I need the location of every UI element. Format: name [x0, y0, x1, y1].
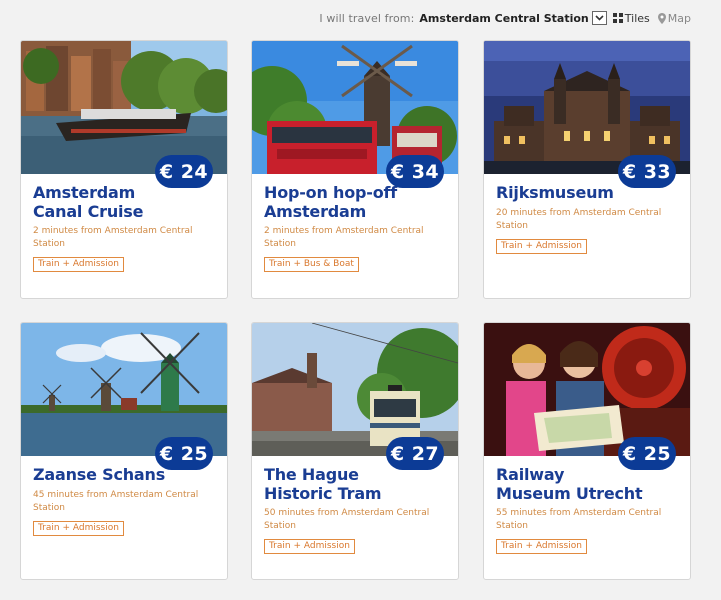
station-select-value[interactable]: Amsterdam Central Station: [419, 12, 588, 25]
package-tag: Train + Admission: [33, 520, 124, 536]
attraction-title[interactable]: Railway Museum Utrecht: [496, 465, 678, 503]
distance-text: 20 minutes from Amsterdam Central Statio…: [496, 207, 662, 231]
title-line-2: Museum Utrecht: [496, 483, 643, 503]
attraction-card-canal-cruise[interactable]: € 24 Amsterdam Canal Cruise 2 minutes fr…: [20, 40, 228, 299]
distance-text: 50 minutes from Amsterdam Central Statio…: [264, 508, 430, 531]
map-label: Map: [667, 11, 691, 25]
tiles-view-toggle[interactable]: Tiles: [612, 11, 650, 25]
tiles-label: Tiles: [624, 11, 650, 25]
distance-text: 55 minutes from Amsterdam Central Statio…: [496, 508, 662, 531]
attraction-card-rijksmuseum[interactable]: € 33 Rijksmuseum 20 minutes from Amsterd…: [483, 40, 691, 299]
distance-text: 2 minutes from Amsterdam Central Station: [264, 226, 424, 249]
attraction-title[interactable]: The Hague Historic Tram: [264, 465, 446, 503]
station-dropdown-button[interactable]: [591, 11, 607, 25]
attraction-card-railway-museum[interactable]: € 25 Railway Museum Utrecht 55 minutes f…: [483, 322, 691, 580]
attraction-card-zaanse-schans[interactable]: € 25 Zaanse Schans 45 minutes from Amste…: [20, 322, 228, 580]
package-tag: Train + Admission: [33, 257, 124, 272]
attraction-title[interactable]: Hop-on hop-off Amsterdam: [264, 183, 446, 221]
distance-text: 2 minutes from Amsterdam Central Station: [33, 226, 193, 249]
distance-text: 45 minutes from Amsterdam Central Statio…: [33, 489, 199, 513]
price-badge: € 33: [618, 155, 676, 188]
price-badge: € 24: [155, 155, 213, 188]
travel-from-label: I will travel from:: [319, 11, 415, 25]
package-tag: Train + Admission: [264, 539, 355, 554]
price-badge: € 27: [386, 437, 444, 470]
map-pin-icon: [657, 12, 666, 24]
attraction-card-hop-on-hop-off[interactable]: € 34 Hop-on hop-off Amsterdam 2 minutes …: [251, 40, 459, 299]
title-line-2: Canal Cruise: [33, 201, 144, 221]
title-line-2: Historic Tram: [264, 483, 382, 503]
title-line-2: Amsterdam: [264, 201, 367, 221]
attraction-card-hague-tram[interactable]: € 27 The Hague Historic Tram 50 minutes …: [251, 322, 459, 580]
chevron-down-icon: [595, 15, 604, 21]
package-tag: Train + Admission: [496, 238, 587, 254]
travel-origin-bar: I will travel from: Amsterdam Central St…: [0, 8, 691, 28]
package-tag: Train + Admission: [496, 539, 587, 554]
map-view-toggle[interactable]: Map: [657, 11, 691, 25]
price-badge: € 25: [618, 437, 676, 470]
package-tag: Train + Bus & Boat: [264, 257, 359, 272]
price-badge: € 25: [155, 437, 213, 470]
grid-icon: [612, 13, 623, 23]
attraction-title[interactable]: Amsterdam Canal Cruise: [33, 183, 215, 221]
price-badge: € 34: [386, 155, 444, 188]
